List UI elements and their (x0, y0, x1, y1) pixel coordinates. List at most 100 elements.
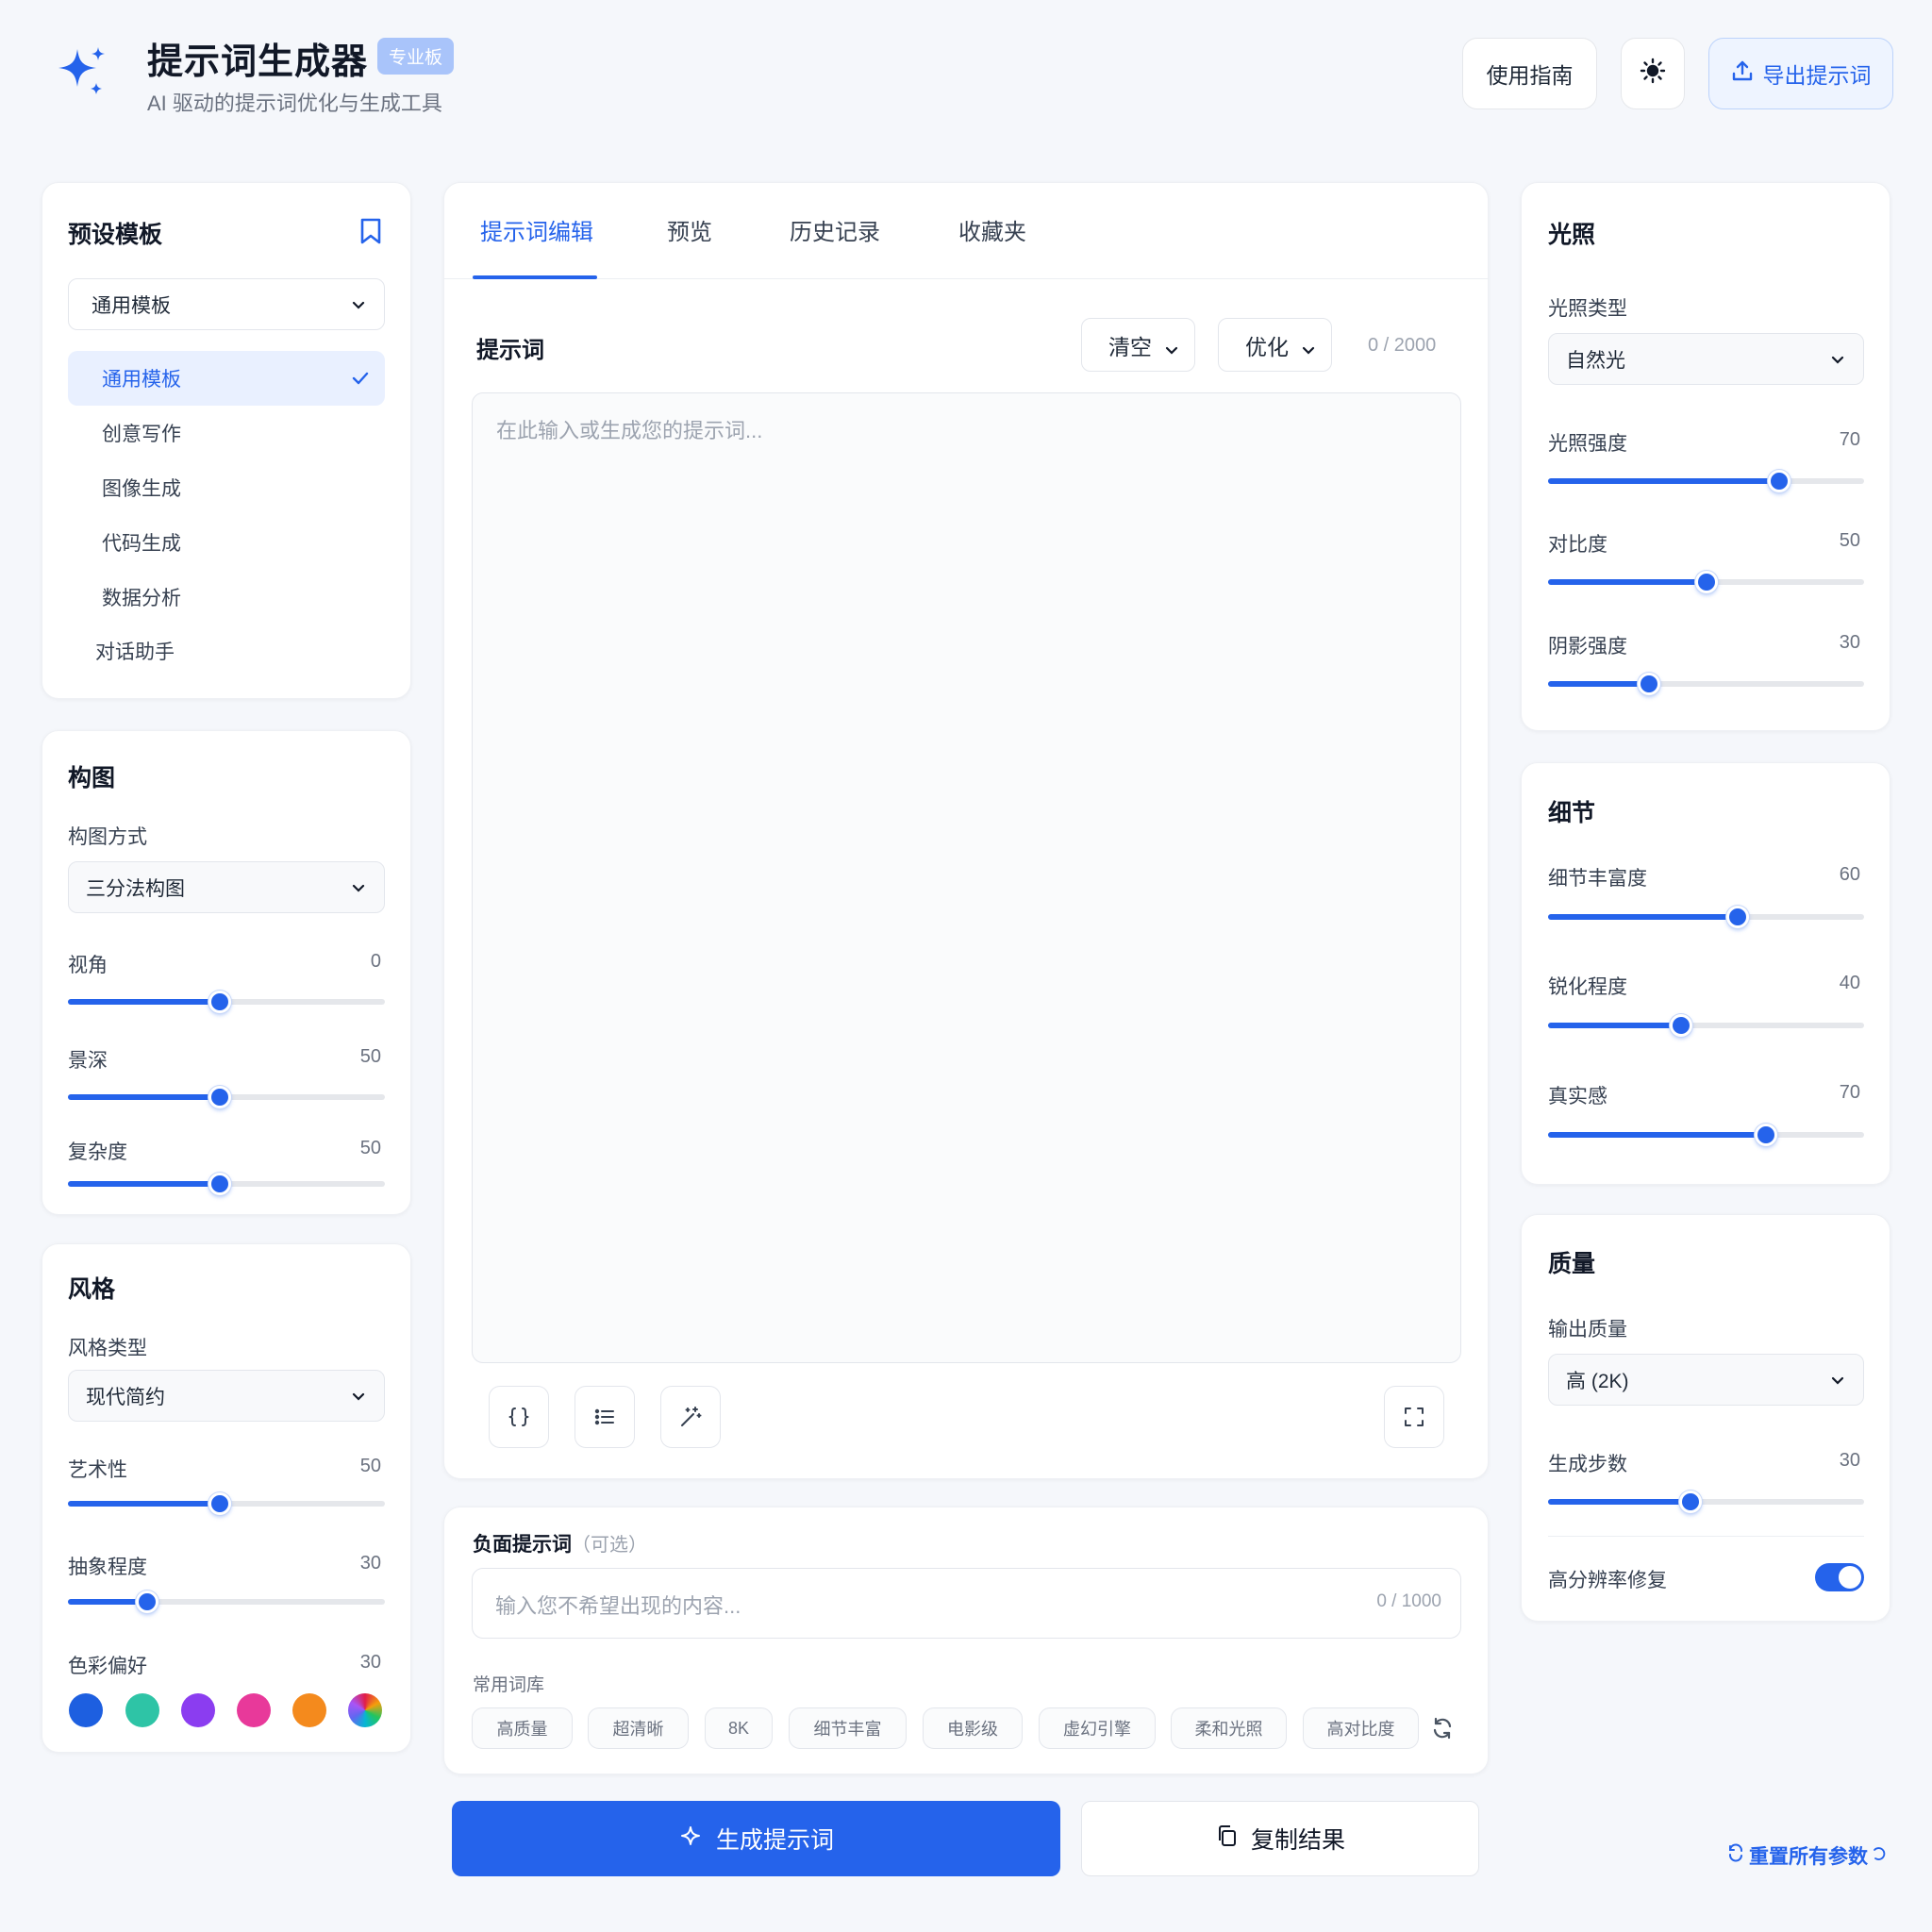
reset-all-link[interactable]: 重置所有参数 (1726, 1841, 1887, 1870)
slider-value: 70 (1839, 1082, 1860, 1103)
color-preference-value: 30 (359, 1652, 381, 1673)
slider-value: 70 (1839, 429, 1860, 450)
negative-title-text: 负面提示词 (473, 1534, 572, 1556)
reset-icon (1726, 1843, 1745, 1868)
generate-button-label: 生成提示词 (715, 1827, 834, 1854)
copy-button-label: 复制结果 (1250, 1827, 1345, 1854)
keyword-chip[interactable]: 8K (705, 1707, 773, 1749)
color-swatch-rainbow[interactable] (348, 1693, 382, 1727)
style-type-label: 风格类型 (68, 1338, 147, 1359)
expand-icon[interactable] (1384, 1386, 1444, 1448)
detail-title: 细节 (1548, 800, 1596, 826)
color-swatch-pink[interactable] (237, 1693, 271, 1727)
steps-slider[interactable] (1548, 1491, 1864, 1513)
keyword-chip[interactable]: 细节丰富 (789, 1707, 907, 1749)
negative-optional-text: （可选） (572, 1535, 647, 1556)
optimize-button-label: 优化 (1245, 334, 1289, 359)
guide-button[interactable]: 使用指南 (1462, 38, 1597, 109)
keyword-chip[interactable]: 柔和光照 (1171, 1707, 1287, 1749)
realism-slider[interactable] (1548, 1124, 1864, 1146)
lighting-type-value: 自然光 (1566, 349, 1625, 372)
depth-of-field-slider[interactable] (68, 1086, 385, 1108)
prompt-textarea[interactable]: 在此输入或生成您的提示词... (472, 392, 1461, 1363)
template-select-value: 通用模板 (92, 294, 171, 317)
template-select[interactable]: 通用模板 (68, 278, 385, 330)
braces-icon[interactable] (489, 1386, 549, 1448)
negative-prompt-input[interactable]: 输入您不希望出现的内容... 0 / 1000 (472, 1568, 1461, 1639)
theme-toggle-button[interactable] (1621, 38, 1685, 109)
upload-icon (1731, 59, 1754, 88)
keyword-chip[interactable]: 超清晰 (588, 1707, 689, 1749)
style-type-select[interactable]: 现代简约 (68, 1370, 385, 1422)
tab-preview[interactable]: 预览 (667, 213, 712, 246)
color-swatch-orange[interactable] (292, 1693, 326, 1727)
slider-value: 60 (1839, 864, 1860, 885)
abstraction-slider[interactable] (68, 1591, 385, 1613)
slider-value: 30 (359, 1553, 381, 1574)
sparkle-icon (678, 1824, 703, 1855)
keyword-chip[interactable]: 虚幻引擎 (1039, 1707, 1156, 1749)
templates-title: 预设模板 (68, 222, 163, 248)
template-item-general[interactable]: 通用模板 (68, 351, 385, 406)
reset-trailing-icon (1872, 1844, 1887, 1867)
slider-value: 50 (359, 1046, 381, 1067)
detail-richness-slider[interactable] (1548, 906, 1864, 928)
shadow-intensity-slider[interactable] (1548, 673, 1864, 695)
tab-divider (443, 278, 1489, 279)
tab-prompt-edit[interactable]: 提示词编辑 (480, 213, 593, 246)
list-icon[interactable] (575, 1386, 635, 1448)
library-label: 常用词库 (473, 1675, 545, 1695)
prompt-char-count: 0 / 2000 (1368, 335, 1437, 356)
color-swatch-teal[interactable] (125, 1693, 159, 1727)
slider-label: 光照强度 (1548, 433, 1627, 455)
slider-value: 0 (370, 951, 381, 972)
output-quality-select[interactable]: 高 (2K) (1548, 1354, 1864, 1406)
active-tab-indicator (473, 275, 597, 279)
optimize-button[interactable]: 优化 (1218, 318, 1332, 372)
slider-value: 50 (1839, 530, 1860, 551)
view-angle-slider[interactable] (68, 991, 385, 1013)
composition-method-select[interactable]: 三分法构图 (68, 861, 385, 913)
slider-value: 40 (1839, 973, 1860, 993)
sparkle-logo-icon (55, 45, 108, 98)
keyword-chip[interactable]: 高质量 (472, 1707, 573, 1749)
output-quality-label: 输出质量 (1548, 1319, 1627, 1341)
app-title: 提示词生成器 (147, 42, 369, 82)
magic-wand-icon[interactable] (660, 1386, 721, 1448)
template-item-chat-assistant[interactable]: 对话助手 (68, 624, 385, 678)
refresh-icon[interactable] (1430, 1716, 1455, 1745)
lighting-title: 光照 (1548, 222, 1596, 248)
slider-value: 30 (1839, 632, 1860, 653)
color-swatch-blue[interactable] (69, 1693, 103, 1727)
composition-method-value: 三分法构图 (86, 877, 185, 900)
template-item-label: 对话助手 (95, 641, 175, 663)
template-item-data-analysis[interactable]: 数据分析 (68, 570, 385, 625)
artistry-slider[interactable] (68, 1492, 385, 1515)
template-item-creative-writing[interactable]: 创意写作 (68, 406, 385, 460)
bookmark-icon[interactable] (358, 217, 383, 250)
slider-label: 视角 (68, 955, 108, 976)
tab-history[interactable]: 历史记录 (790, 213, 880, 246)
tab-favorites[interactable]: 收藏夹 (958, 213, 1026, 246)
generate-button[interactable]: 生成提示词 (452, 1801, 1060, 1876)
export-button[interactable]: 导出提示词 (1708, 38, 1893, 109)
contrast-slider[interactable] (1548, 571, 1864, 593)
lighting-type-select[interactable]: 自然光 (1548, 333, 1864, 385)
keyword-chip[interactable]: 电影级 (923, 1707, 1023, 1749)
complexity-slider[interactable] (68, 1173, 385, 1195)
chevron-down-icon (350, 296, 367, 313)
hires-fix-toggle[interactable] (1815, 1563, 1864, 1591)
template-item-code-generation[interactable]: 代码生成 (68, 515, 385, 570)
composition-title: 构图 (68, 765, 116, 791)
quality-divider (1548, 1536, 1864, 1537)
style-title: 风格 (68, 1276, 116, 1303)
sharpening-slider[interactable] (1548, 1014, 1864, 1037)
copy-button[interactable]: 复制结果 (1081, 1801, 1479, 1876)
template-item-image-generation[interactable]: 图像生成 (68, 460, 385, 515)
color-swatch-purple[interactable] (181, 1693, 215, 1727)
chevron-down-icon (1164, 338, 1179, 355)
light-intensity-slider[interactable] (1548, 470, 1864, 492)
keyword-chip[interactable]: 高对比度 (1303, 1707, 1419, 1749)
clear-button[interactable]: 清空 (1081, 318, 1195, 372)
slider-label: 复杂度 (68, 1141, 127, 1163)
